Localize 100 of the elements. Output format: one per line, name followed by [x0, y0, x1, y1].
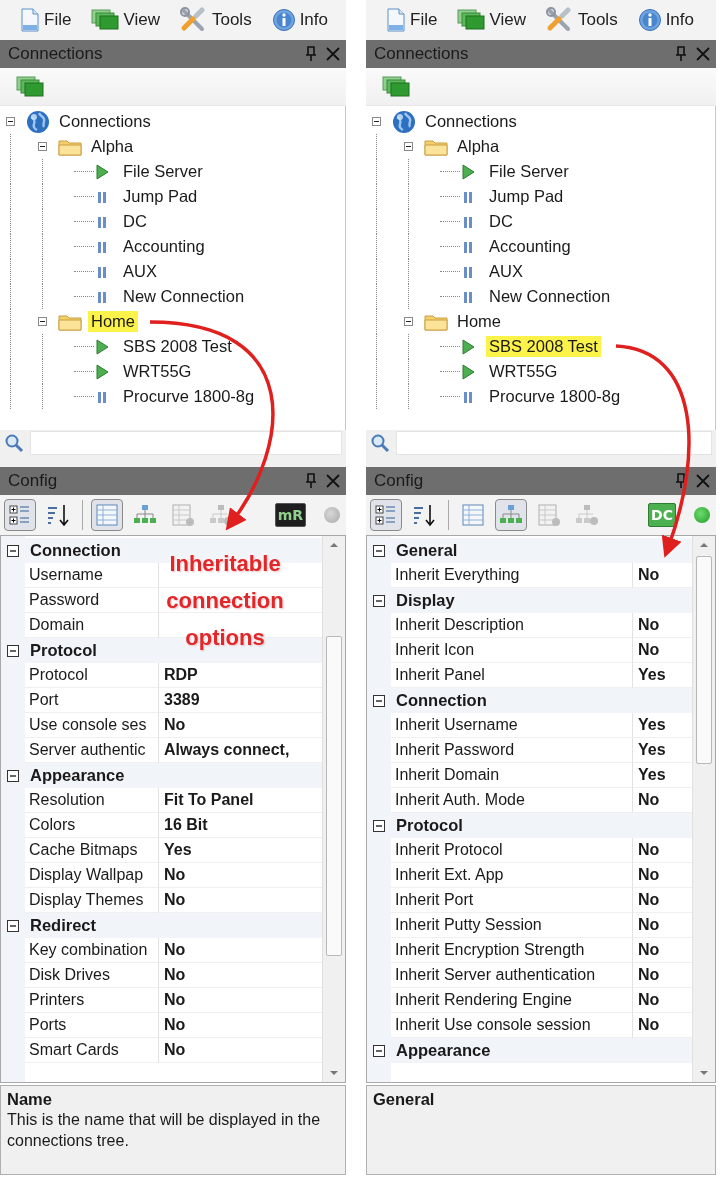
property-name[interactable]: Inherit Icon [391, 638, 633, 663]
tree-item[interactable]: Connections [56, 111, 154, 132]
scrollbar[interactable] [692, 536, 715, 1082]
property-value[interactable]: No [164, 716, 186, 734]
tree-item[interactable]: File Server [120, 161, 206, 182]
tree-item[interactable]: Jump Pad [486, 186, 567, 207]
search-field[interactable] [396, 431, 712, 455]
property-name[interactable]: Server authentic [25, 738, 159, 763]
property-name[interactable]: Inherit Username [391, 713, 633, 738]
property-name[interactable]: Inherit Password [391, 738, 633, 763]
pin-icon[interactable] [306, 473, 316, 489]
property-value[interactable]: No [164, 1016, 186, 1034]
property-value[interactable]: No [638, 866, 660, 884]
tree-item[interactable]: Procurve 1800-8g [486, 386, 624, 407]
tree-item[interactable]: SBS 2008 Test [120, 336, 235, 357]
menu-item[interactable]: File [386, 8, 438, 32]
pin-icon[interactable] [676, 473, 686, 489]
scrollbar[interactable] [322, 536, 345, 1082]
tree-item[interactable]: File Server [486, 161, 572, 182]
tree-item[interactable]: DC [486, 211, 516, 232]
property-name[interactable]: Inherit Panel [391, 663, 633, 688]
property-name[interactable]: Display Wallpap [25, 863, 159, 888]
collapse-icon[interactable] [7, 769, 19, 782]
property-name[interactable]: Protocol [25, 663, 159, 688]
property-name[interactable]: Cache Bitmaps [25, 838, 159, 863]
tree-item[interactable]: Accounting [120, 236, 208, 257]
collapse-icon[interactable] [373, 544, 385, 557]
menu-item[interactable]: Tools [179, 7, 252, 33]
property-value[interactable]: No [638, 566, 660, 584]
property-name[interactable]: Use console ses [25, 713, 159, 738]
property-name[interactable]: Port [25, 688, 159, 713]
tree-item[interactable]: Home [454, 311, 504, 332]
tree-item[interactable]: Home [88, 311, 138, 332]
property-value[interactable]: 16 Bit [164, 816, 208, 834]
property-name[interactable]: Printers [25, 988, 159, 1013]
property-value[interactable]: No [164, 941, 186, 959]
tree-item[interactable]: New Connection [486, 286, 614, 307]
tree-item[interactable]: New Connection [120, 286, 248, 307]
close-icon[interactable] [326, 47, 340, 61]
property-name[interactable]: Inherit Everything [391, 563, 633, 588]
pin-icon[interactable] [676, 46, 686, 62]
menu-item[interactable]: View [457, 9, 526, 31]
collapse-icon[interactable] [403, 142, 413, 151]
collapse-icon[interactable] [37, 142, 47, 151]
property-name[interactable]: Inherit Protocol [391, 838, 633, 863]
tree-item[interactable]: WRT55G [486, 361, 561, 382]
menu-item[interactable]: Info [637, 8, 694, 32]
property-name[interactable]: Domain [25, 613, 159, 638]
collapse-icon[interactable] [373, 1044, 385, 1057]
property-name[interactable]: Username [25, 563, 159, 588]
property-name[interactable]: Inherit Ext. App [391, 863, 633, 888]
menu-item[interactable]: View [91, 9, 160, 31]
collapse-icon[interactable] [7, 919, 19, 932]
property-value[interactable]: RDP [164, 666, 198, 684]
property-value[interactable]: Fit To Panel [164, 791, 254, 809]
property-value[interactable]: Always connect, [164, 741, 290, 759]
property-name[interactable]: Colors [25, 813, 159, 838]
property-name[interactable]: Inherit Server authentication [391, 963, 633, 988]
property-value[interactable]: 3389 [164, 691, 200, 709]
menu-item[interactable]: File [20, 8, 72, 32]
property-value[interactable]: No [638, 791, 660, 809]
property-value[interactable]: No [638, 916, 660, 934]
categorized-view-button[interactable] [4, 499, 36, 531]
property-name[interactable]: Inherit Domain [391, 763, 633, 788]
connections-icon[interactable] [382, 75, 410, 98]
tree-item[interactable]: SBS 2008 Test [486, 336, 601, 357]
property-value[interactable]: No [638, 966, 660, 984]
property-name[interactable]: Inherit Description [391, 613, 633, 638]
close-icon[interactable] [696, 474, 710, 488]
collapse-icon[interactable] [371, 117, 381, 126]
property-value[interactable]: No [638, 1016, 660, 1034]
property-name[interactable]: Inherit Port [391, 888, 633, 913]
property-value[interactable]: No [638, 841, 660, 859]
property-value[interactable]: No [638, 891, 660, 909]
connections-icon[interactable] [16, 75, 44, 98]
collapse-icon[interactable] [373, 819, 385, 832]
tree-item[interactable]: DC [120, 211, 150, 232]
tree-item[interactable]: Procurve 1800-8g [120, 386, 258, 407]
collapse-icon[interactable] [5, 117, 15, 126]
hierarchy-button[interactable] [495, 499, 527, 531]
search-field[interactable] [30, 431, 342, 455]
properties-button[interactable] [91, 499, 123, 531]
property-value[interactable]: No [638, 616, 660, 634]
collapse-icon[interactable] [7, 544, 19, 557]
property-name[interactable]: Inherit Putty Session [391, 913, 633, 938]
pin-icon[interactable] [306, 46, 316, 62]
property-name[interactable]: Key combination [25, 938, 159, 963]
tree-item[interactable]: Connections [422, 111, 520, 132]
property-value[interactable]: No [164, 891, 186, 909]
menu-item[interactable]: Tools [545, 7, 618, 33]
property-name[interactable]: Ports [25, 1013, 159, 1038]
categorized-view-button[interactable] [370, 499, 402, 531]
property-name[interactable]: Resolution [25, 788, 159, 813]
property-value[interactable]: No [164, 966, 186, 984]
property-name[interactable]: Inherit Rendering Engine [391, 988, 633, 1013]
property-value[interactable]: Yes [638, 666, 666, 684]
menu-item[interactable]: Info [271, 8, 328, 32]
property-name[interactable]: Display Themes [25, 888, 159, 913]
property-name[interactable]: Password [25, 588, 159, 613]
close-icon[interactable] [326, 474, 340, 488]
